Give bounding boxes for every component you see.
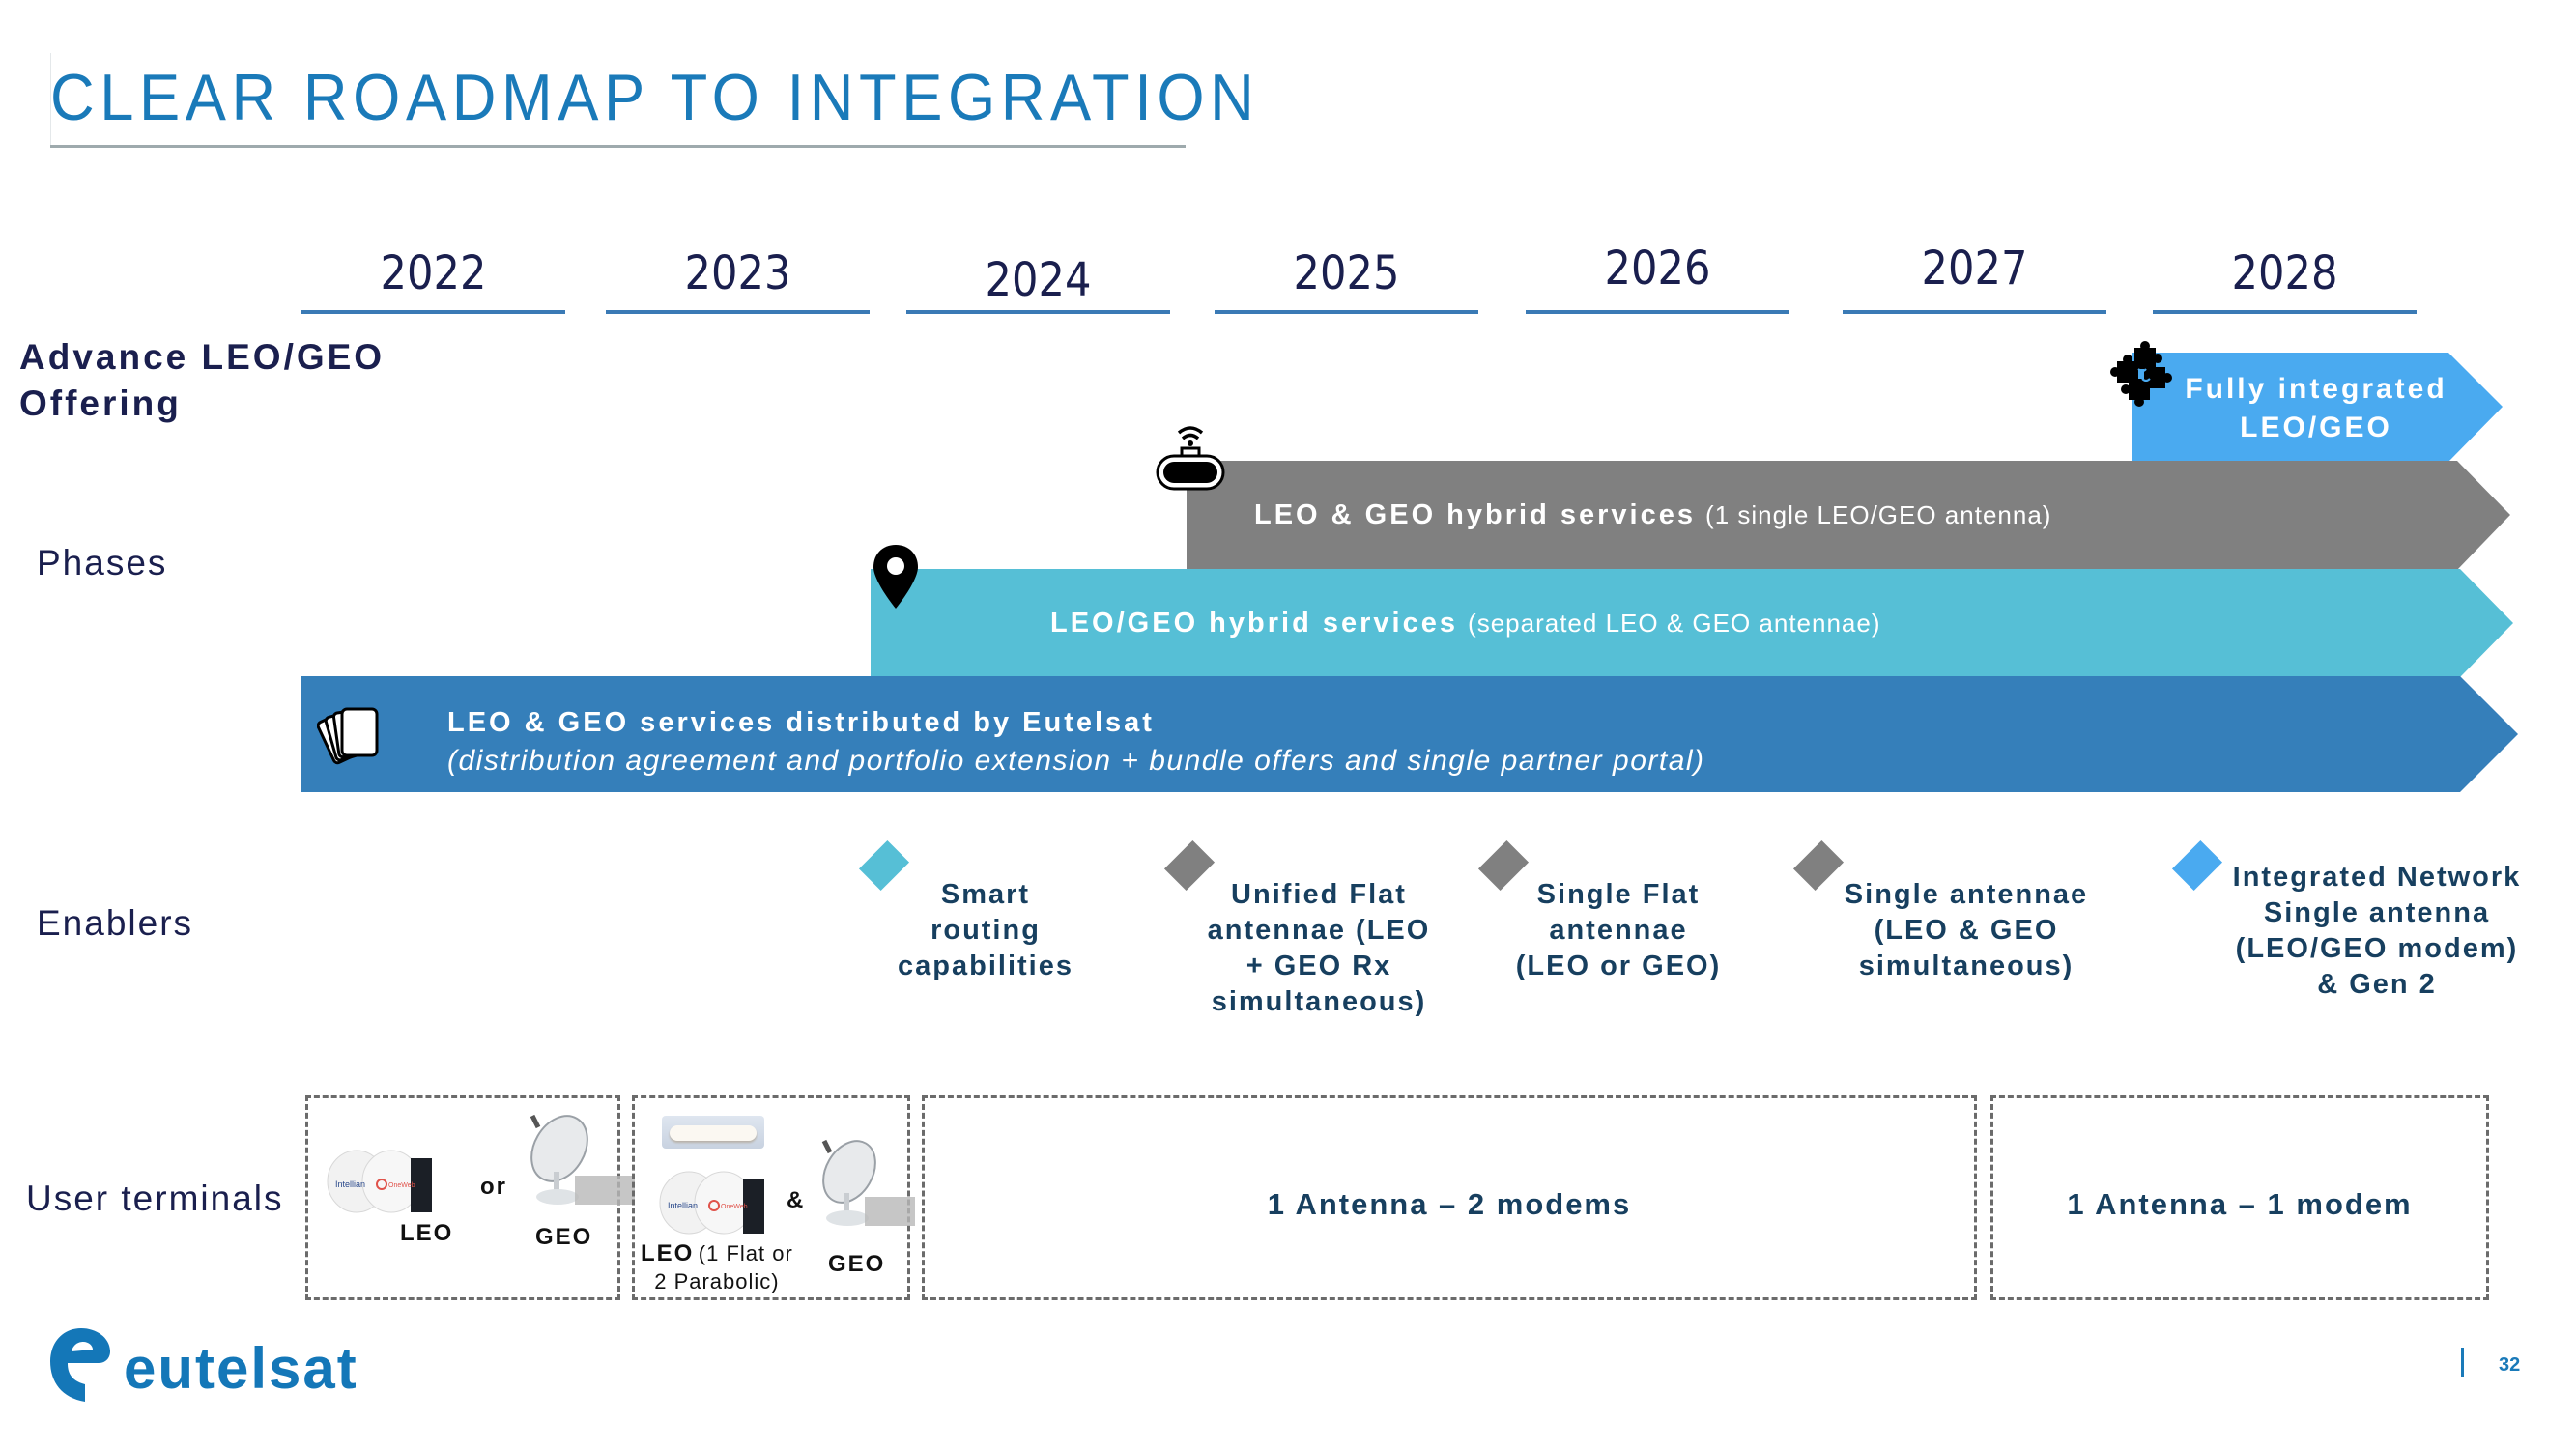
offering-label-line: LEO/GEO [2240, 412, 2392, 443]
phase-subtitle: (separated LEO & GEO antennae) [1468, 609, 1881, 638]
enabler-line: simultaneous) [1858, 951, 2075, 981]
phase-bar-distributed-by-eutelsat: LEO & GEO services distributed by Eutels… [301, 676, 2523, 792]
enabler-integrated-network: Integrated Network Single antenna (LEO/G… [2218, 860, 2536, 1003]
page-number-divider [2461, 1348, 2464, 1377]
year-2027: 2027 [1921, 242, 2028, 296]
phase-bar-hybrid-separated-antennae: LEO/GEO hybrid services (separated LEO &… [871, 569, 2523, 677]
year-underline [1526, 310, 1789, 314]
enabler-line: simultaneous) [1211, 986, 1427, 1017]
year-2026: 2026 [1604, 242, 1711, 296]
enabler-single-antennae: Single antennae (LEO & GEO simultaneous) [1831, 877, 2102, 984]
enabler-line: & Gen 2 [2317, 969, 2437, 1000]
phase-label: LEO/GEO hybrid services (separated LEO &… [1050, 608, 1881, 639]
geo-dish-icon [809, 1137, 915, 1238]
leo-label-with-note: LEO (1 Flat or 2 Parabolic) [641, 1241, 793, 1294]
year-2028: 2028 [2231, 246, 2338, 300]
year-2022: 2022 [380, 246, 487, 300]
terminal-box-1-antenna-1-modem: 1 Antenna – 1 modem [1990, 1095, 2489, 1300]
offering-label: Fully integrated LEO/GEO [2132, 370, 2500, 447]
enabler-line: Single Flat [1536, 879, 1701, 910]
phase-title: LEO & GEO hybrid services [1254, 499, 1696, 530]
enabler-line: (LEO & GEO [1874, 915, 2059, 946]
enabler-line: Integrated Network [2232, 862, 2522, 893]
cards-icon [316, 705, 386, 770]
leo-label: LEO [400, 1220, 454, 1246]
router-icon [1154, 421, 1227, 496]
leo-dome-terminal-icon: Intellian OneWeb [654, 1162, 770, 1240]
geo-label: GEO [535, 1224, 593, 1250]
svg-text:Intellian: Intellian [668, 1201, 698, 1210]
geo-label: GEO [828, 1251, 886, 1277]
enabler-line: Unified Flat [1231, 879, 1407, 910]
and-label: & [787, 1187, 806, 1213]
terminal-box-leo-and-geo: Intellian OneWeb & LEO (1 Flat or 2 Para… [632, 1095, 915, 1300]
enabler-line: (LEO or GEO) [1515, 951, 1722, 981]
offering-arrow: Fully integrated LEO/GEO [2132, 353, 2509, 462]
eutelsat-logo-icon [48, 1326, 112, 1408]
terminal-label: 1 Antenna – 1 modem [2067, 1187, 2413, 1221]
location-pin-icon [872, 543, 920, 615]
year-underline [1843, 310, 2106, 314]
offering-label-line: Fully integrated [2185, 373, 2447, 405]
row-label-enablers: Enablers [37, 903, 194, 943]
geo-dish-icon [519, 1114, 635, 1215]
or-label: or [480, 1174, 507, 1200]
eutelsat-logo-text: eutelsat [124, 1336, 358, 1401]
phase-title: LEO & GEO services distributed by Eutels… [447, 707, 1155, 738]
year-underline [2153, 310, 2417, 314]
year-underline [1215, 310, 1478, 314]
enabler-line: Single antenna [2263, 897, 2491, 928]
svg-text:OneWeb: OneWeb [388, 1182, 415, 1189]
leo-dome-terminal-icon: Intellian OneWeb [322, 1141, 438, 1219]
enabler-line: (LEO/GEO modem) [2235, 933, 2519, 964]
flat-panel-terminal-icon [662, 1116, 764, 1149]
enabler-line: capabilities [898, 951, 1073, 981]
leo-note: 2 Parabolic) [654, 1269, 780, 1293]
enabler-line: Smart [940, 879, 1031, 910]
phase-bar-hybrid-single-antenna: LEO & GEO hybrid services (1 single LEO/… [1187, 461, 2520, 570]
phase-subtitle: (distribution agreement and portfolio ex… [447, 745, 1705, 777]
row-label-user-terminals: User terminals [26, 1179, 284, 1218]
svg-text:OneWeb: OneWeb [721, 1204, 748, 1210]
phase-label: LEO & GEO services distributed by Eutels… [447, 703, 1705, 781]
row-label-offering: Advance LEO/GEO Offering [19, 334, 385, 427]
row-label-offering-line: Offering [19, 384, 182, 423]
year-2024: 2024 [985, 253, 1092, 307]
phase-title: LEO/GEO hybrid services [1050, 608, 1458, 639]
year-underline [606, 310, 870, 314]
enabler-unified-flat: Unified Flat antennae (LEO + GEO Rx simu… [1193, 877, 1445, 1020]
leo-note: (1 Flat or [698, 1241, 793, 1265]
enabler-diamond-icon [2171, 839, 2223, 892]
page-title: CLEAR ROADMAP TO INTEGRATION [50, 61, 1260, 134]
phase-label: LEO & GEO hybrid services (1 single LEO/… [1254, 499, 2051, 531]
title-underline [50, 145, 1186, 148]
leo-label: LEO [641, 1240, 695, 1266]
year-underline [301, 310, 565, 314]
phase-subtitle: (1 single LEO/GEO antenna) [1705, 500, 2052, 529]
enabler-smart-routing: Smart routing capabilities [870, 877, 1102, 984]
puzzle-icon [2109, 340, 2177, 412]
page-number: 32 [2499, 1354, 2521, 1376]
enabler-line: + GEO Rx [1245, 951, 1392, 981]
enabler-single-flat: Single Flat antennae (LEO or GEO) [1503, 877, 1734, 984]
year-underline [906, 310, 1170, 314]
enabler-line: antennae [1549, 915, 1688, 946]
year-2023: 2023 [684, 246, 791, 300]
enabler-line: Single antennae [1844, 879, 2089, 910]
terminal-box-1-antenna-2-modems: 1 Antenna – 2 modems [922, 1095, 1977, 1300]
svg-text:Intellian: Intellian [335, 1179, 365, 1189]
year-2025: 2025 [1293, 246, 1400, 300]
row-label-offering-line: Advance LEO/GEO [19, 337, 386, 377]
enabler-line: antennae (LEO [1207, 915, 1431, 946]
terminal-label: 1 Antenna – 2 modems [1267, 1187, 1632, 1221]
enabler-line: routing [930, 915, 1041, 946]
terminal-box-leo-or-geo: Intellian OneWeb or LEO GEO [305, 1095, 635, 1300]
row-label-phases: Phases [37, 543, 168, 582]
